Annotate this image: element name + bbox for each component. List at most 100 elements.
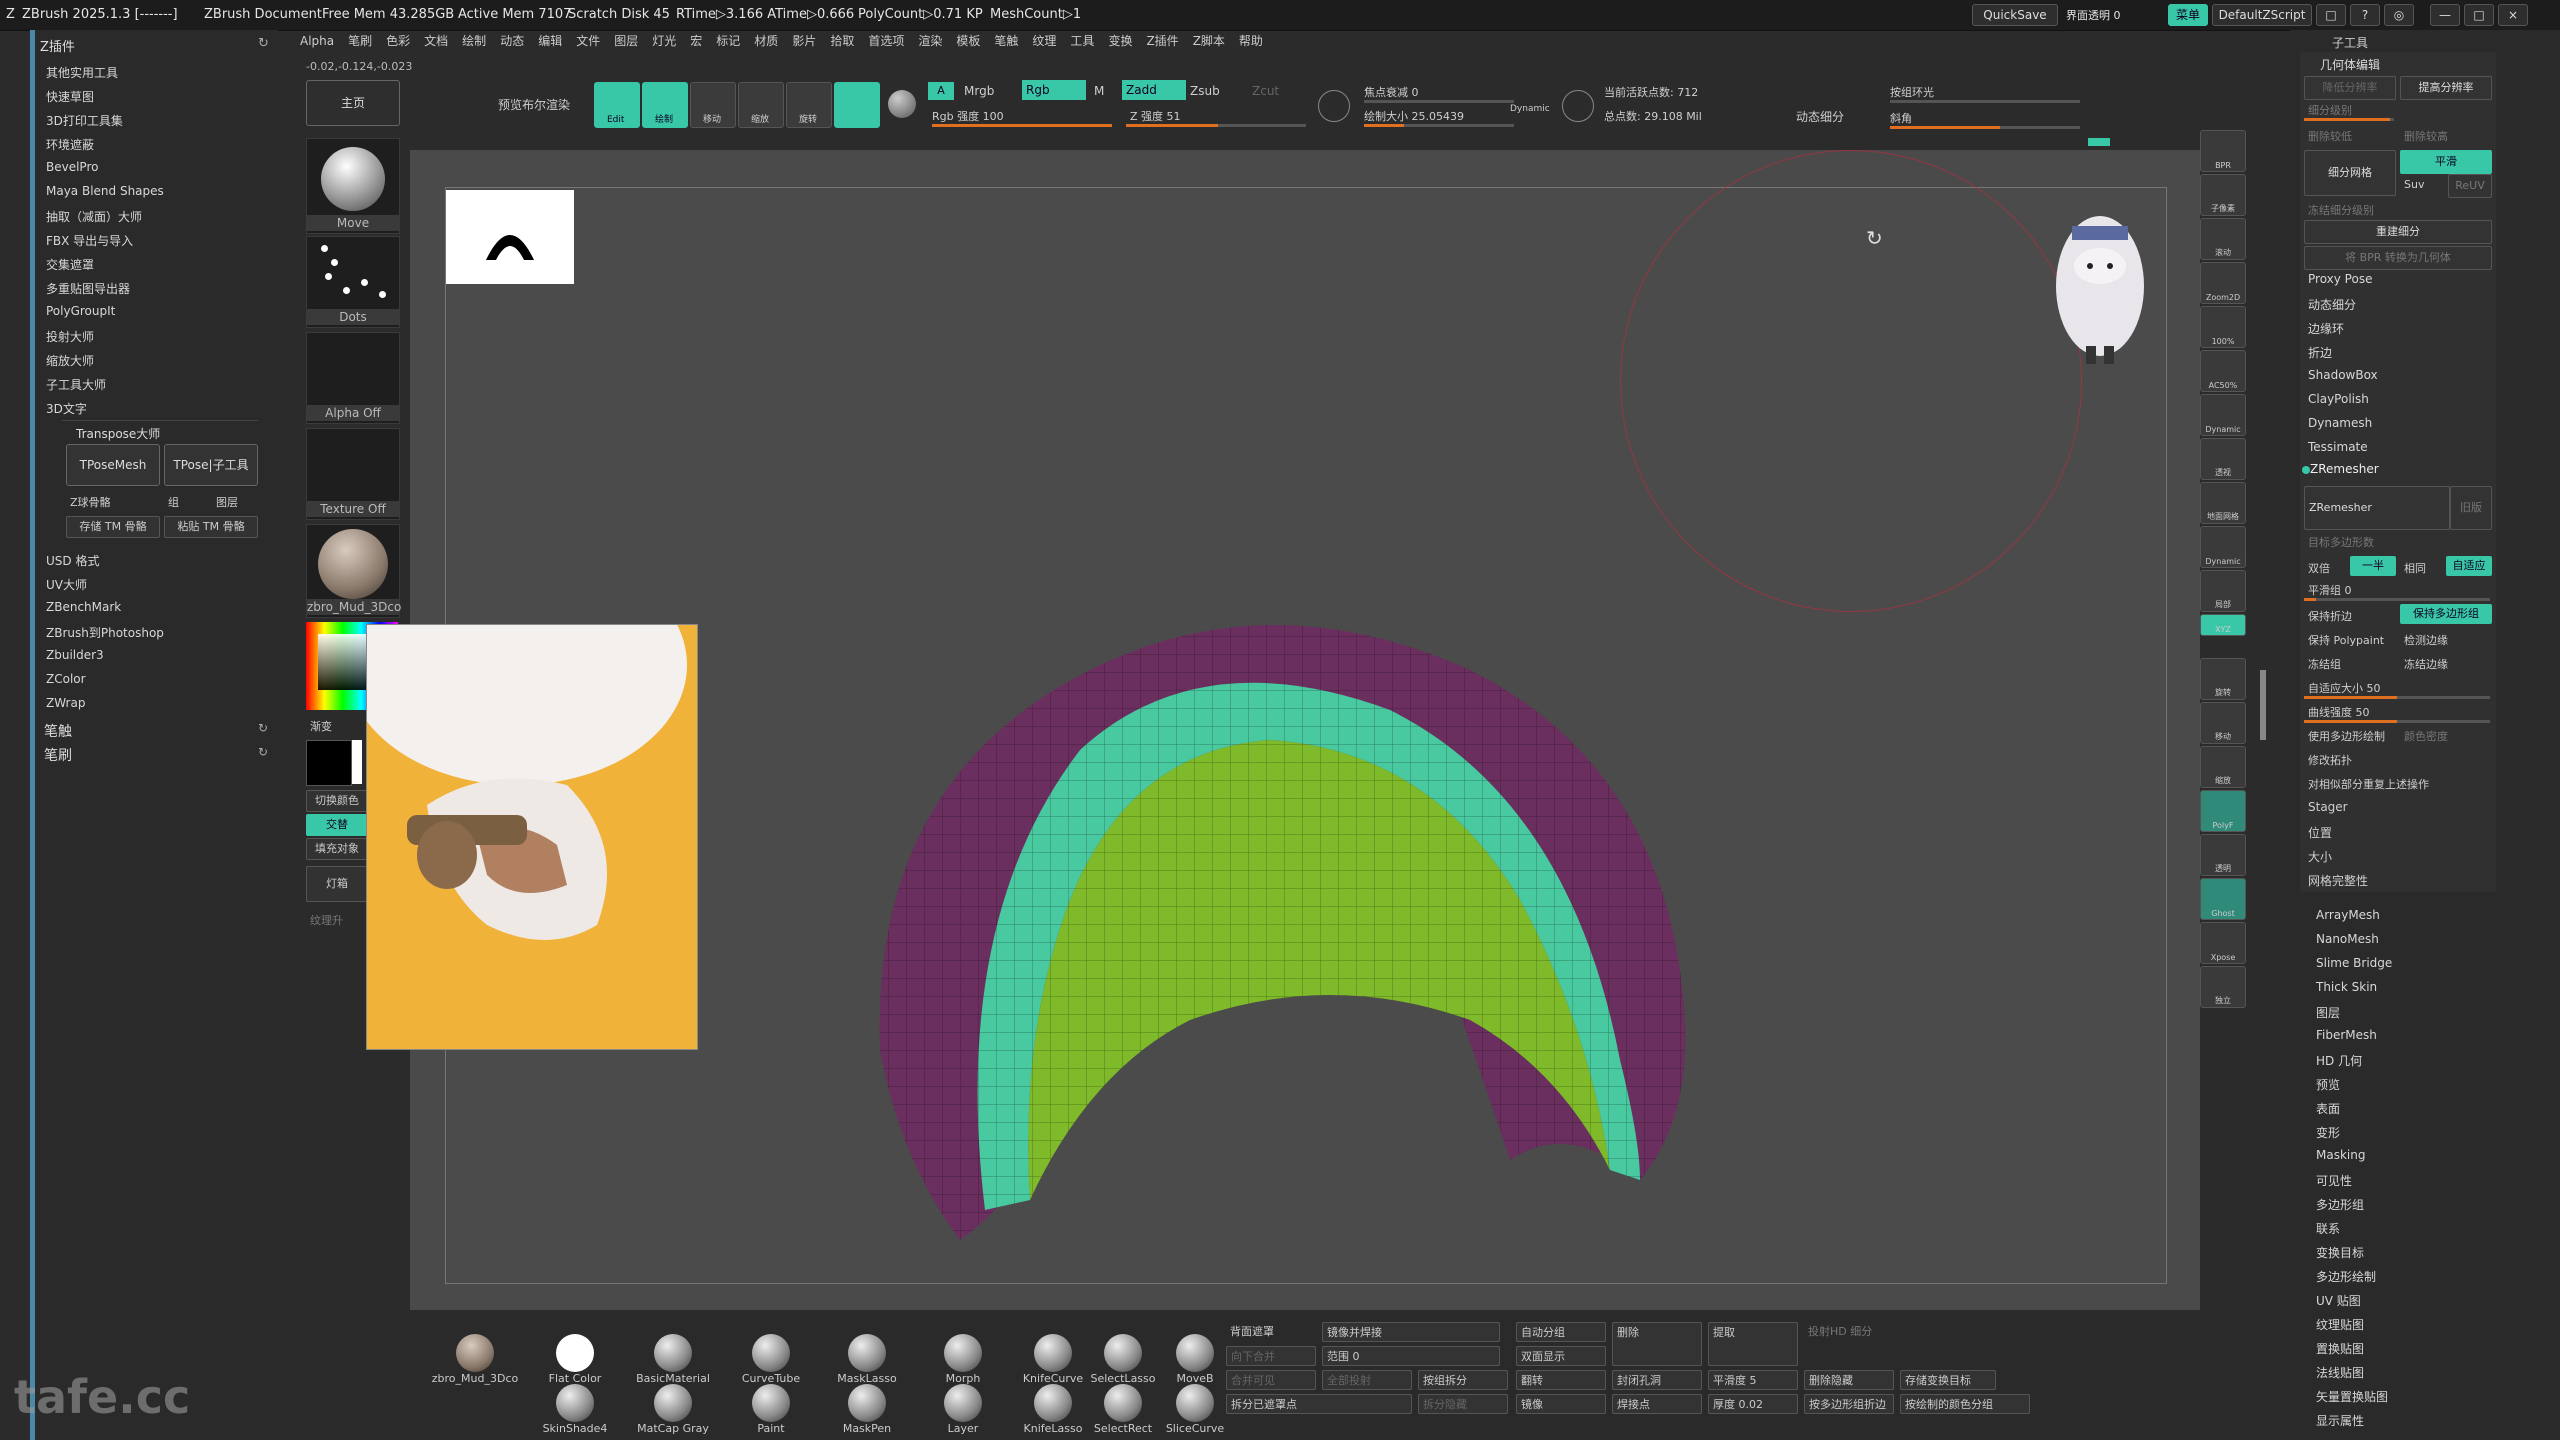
geometry-item[interactable]: Tessimate — [2308, 440, 2368, 454]
geometry-item[interactable]: ClayPolish — [2308, 392, 2369, 406]
shelf-button[interactable]: AC50% — [2200, 350, 2246, 392]
geometry-item[interactable]: Proxy Pose — [2308, 272, 2372, 286]
group-label[interactable]: 组 — [168, 494, 179, 510]
left-menu-item[interactable]: ZBenchMark — [46, 600, 121, 614]
refresh-icon[interactable]: ↻ — [258, 36, 269, 51]
store-tm-rig-button[interactable]: 存储 TM 骨骼 — [66, 516, 160, 538]
tool-subpalette-item[interactable]: Thick Skin — [2316, 980, 2377, 994]
menu-item[interactable]: 色彩 — [386, 32, 410, 49]
smooth-group-slider[interactable] — [2304, 598, 2490, 601]
left-menu-item[interactable]: 快速草图 — [46, 88, 94, 105]
tool-subpalette-item[interactable]: 多边形组 — [2316, 1196, 2364, 1213]
help-icon[interactable]: ? — [2350, 4, 2380, 26]
shelf-button[interactable]: 子像素 — [2200, 174, 2246, 216]
left-menu-item[interactable]: 子工具大师 — [46, 376, 106, 393]
extract-button[interactable]: 提取 — [1708, 1322, 1798, 1366]
menu-item[interactable]: 材质 — [754, 32, 778, 49]
shelf-button[interactable]: 旋转 — [2200, 658, 2246, 700]
left-menu-item[interactable]: 其他实用工具 — [46, 64, 118, 81]
lightbox-button[interactable]: 灯箱 — [306, 866, 368, 902]
rgb-intensity-slider[interactable] — [932, 124, 1112, 127]
rotate-button[interactable]: 旋转 — [786, 82, 832, 128]
left-menu-item[interactable]: UV大师 — [46, 576, 87, 593]
bevel-label[interactable]: 斜角 — [1890, 110, 1912, 126]
switch-color-button[interactable]: 切换颜色 — [306, 790, 368, 812]
shelf-brush[interactable]: MaskLasso — [822, 1334, 912, 1385]
shelf-button[interactable]: Dynamic — [2200, 526, 2246, 568]
focal-shift-icon[interactable] — [1318, 90, 1350, 122]
zsub-toggle[interactable]: Zsub — [1190, 84, 1220, 98]
menu-item[interactable]: 笔刷 — [348, 32, 372, 49]
subtool-header[interactable]: 子工具 — [2332, 34, 2368, 51]
mrgb-toggle[interactable]: Mrgb — [964, 84, 994, 98]
group-split-button[interactable]: 按组拆分 — [1418, 1370, 1508, 1390]
reconstruct-subdiv-button[interactable]: 重建细分 — [2304, 220, 2492, 244]
left-menu-item[interactable]: USD 格式 — [46, 552, 99, 569]
left-menu-item[interactable]: FBX 导出与导入 — [46, 232, 133, 249]
stroke-menu[interactable]: 笔触 — [44, 721, 72, 741]
tool-subpalette-item[interactable]: 联系 — [2316, 1220, 2340, 1237]
menu-item[interactable]: 渲染 — [918, 32, 942, 49]
preview-bpr-label[interactable]: 预览布尔渲染 — [498, 96, 570, 113]
quicksave-button[interactable]: QuickSave — [1972, 4, 2058, 26]
merge-visible-button[interactable]: 合并可见 — [1226, 1370, 1316, 1390]
left-menu-item[interactable]: 多重贴图导出器 — [46, 280, 130, 297]
subdiv-level-slider[interactable] — [2304, 118, 2394, 121]
menu-item[interactable]: 图层 — [614, 32, 638, 49]
shelf-button[interactable]: 缩放 — [2200, 746, 2246, 788]
auto-group-button[interactable]: 自动分组 — [1516, 1322, 1606, 1342]
texture-thumbnail[interactable]: Texture Off — [306, 428, 400, 520]
menu-item[interactable]: 绘制 — [462, 32, 486, 49]
rgb-toggle[interactable]: Rgb — [1022, 80, 1086, 100]
shelf-button[interactable]: 透明 — [2200, 834, 2246, 876]
shelf-brush[interactable]: CurveTube — [726, 1334, 816, 1385]
suv-toggle[interactable]: Suv — [2404, 178, 2424, 191]
weld-points-button[interactable]: 焊接点 — [1612, 1394, 1702, 1414]
menu-item[interactable]: Alpha — [300, 34, 334, 48]
shelf-button[interactable]: XYZ — [2200, 614, 2246, 636]
tool-subpalette-item[interactable]: NanoMesh — [2316, 932, 2379, 946]
left-menu-item[interactable]: Maya Blend Shapes — [46, 184, 164, 198]
tool-subpalette-item[interactable]: 可见性 — [2316, 1172, 2352, 1189]
dynamic-icon[interactable] — [1562, 90, 1594, 122]
shelf-brush[interactable]: BasicMaterial — [628, 1334, 718, 1385]
thickness-slider[interactable]: 厚度 0.02 — [1708, 1394, 1798, 1414]
geometry-item[interactable]: 动态细分 — [2308, 296, 2356, 313]
close-icon[interactable]: × — [2498, 4, 2528, 26]
refresh-icon[interactable]: ↻ — [258, 745, 268, 759]
menu-item[interactable]: 变换 — [1108, 32, 1132, 49]
primary-color-swatch[interactable] — [352, 740, 362, 784]
modify-topology-label[interactable]: 修改拓扑 — [2308, 752, 2352, 768]
keep-polypaint-label[interactable]: 保持 Polypaint — [2308, 632, 2384, 648]
shelf-brush[interactable]: Flat Color — [530, 1334, 620, 1385]
adaptive-size-slider[interactable] — [2304, 696, 2490, 699]
shelf-brush[interactable]: Morph — [918, 1334, 1008, 1385]
menu-item[interactable]: 帮助 — [1239, 32, 1263, 49]
tool-subpalette-item[interactable]: 法线贴图 — [2316, 1364, 2364, 1381]
curve-strength-slider[interactable] — [2304, 720, 2490, 723]
tool-subpalette-item[interactable]: Masking — [2316, 1148, 2365, 1162]
menu-item[interactable]: Z插件 — [1146, 32, 1178, 49]
left-menu-item[interactable]: 环境遮蔽 — [46, 136, 94, 153]
left-tray-scrollbar[interactable] — [30, 30, 35, 1440]
shelf-brush[interactable]: MatCap Gray — [628, 1384, 718, 1435]
smoothness-slider[interactable]: 平滑度 5 — [1708, 1370, 1798, 1390]
dynamic-toggle[interactable]: Dynamic — [1510, 104, 1550, 114]
left-menu-item[interactable]: ZWrap — [46, 696, 85, 710]
tool-subpalette-item[interactable]: 表面 — [2316, 1100, 2340, 1117]
texture-lift-label[interactable]: 纹理升 — [310, 912, 343, 928]
zcut-toggle[interactable]: Zcut — [1252, 84, 1279, 98]
delete-lower-label[interactable]: 删除较低 — [2308, 128, 2352, 144]
left-menu-item[interactable]: 抽取（减面）大师 — [46, 208, 142, 225]
half-button[interactable]: 一半 — [2350, 556, 2396, 576]
menu-item[interactable]: 动态 — [500, 32, 524, 49]
geometry-header[interactable]: 几何体编辑 — [2320, 56, 2380, 73]
lower-res-button[interactable]: 降低分辨率 — [2304, 76, 2396, 100]
menu-item[interactable]: Z脚本 — [1193, 32, 1225, 49]
menu-item[interactable]: 文档 — [424, 32, 448, 49]
split-masked-button[interactable]: 拆分已遮罩点 — [1226, 1394, 1412, 1414]
default-zscript-button[interactable]: DefaultZScript — [2212, 4, 2312, 26]
menu-item[interactable]: 文件 — [576, 32, 600, 49]
subdiv-level-label[interactable]: 细分级别 — [2308, 102, 2352, 118]
material-thumbnail[interactable]: zbro_Mud_3Dco — [306, 524, 401, 618]
